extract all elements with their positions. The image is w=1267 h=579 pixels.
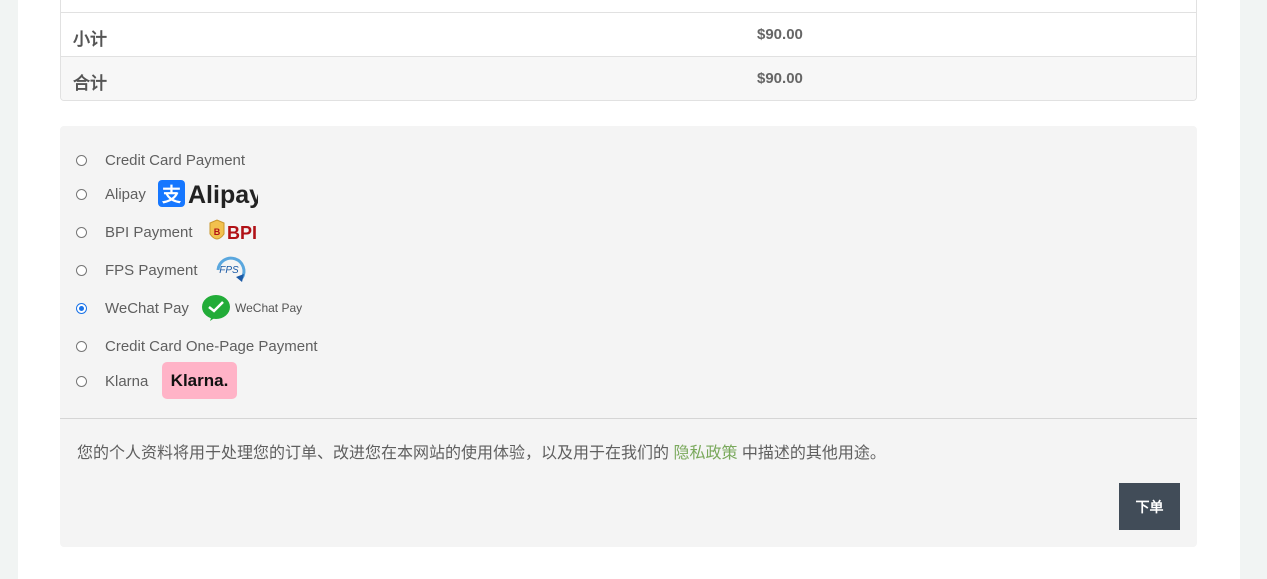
payment-section: Credit Card Payment Alipay 支 Alipay BPI … — [60, 126, 1197, 547]
bpi-logo: B BPI — [207, 218, 263, 246]
privacy-text-after: 中描述的其他用途。 — [737, 445, 886, 462]
total-value: $90.00 — [757, 70, 803, 87]
privacy-notice: 您的个人资料将用于处理您的订单、改进您在本网站的使用体验，以及用于在我们的 隐私… — [77, 439, 886, 463]
radio-fps[interactable] — [76, 264, 87, 276]
payment-method-wechat-pay[interactable]: WeChat Pay WeChat Pay — [76, 293, 303, 323]
total-row: 合计 $90.00 — [61, 57, 1196, 100]
subtotal-label: 小计 — [73, 30, 107, 49]
bpi-logo-text: BPI — [227, 223, 257, 243]
radio-credit-card-one-page[interactable] — [76, 340, 87, 352]
wechat-pay-logo: WeChat Pay — [201, 293, 303, 323]
payment-method-label[interactable]: Alipay — [105, 186, 146, 203]
payment-method-label[interactable]: BPI Payment — [105, 224, 193, 241]
fps-logo: FPS — [212, 252, 250, 288]
alipay-logo-text: Alipay — [188, 181, 258, 209]
alipay-logo: 支 Alipay — [157, 179, 258, 209]
radio-wechat-pay[interactable] — [76, 302, 87, 314]
klarna-logo: Klarna. — [162, 362, 238, 400]
payment-method-label[interactable]: Klarna — [105, 373, 148, 390]
subtotal-row: 小计 $90.00 — [61, 13, 1196, 57]
svg-text:支: 支 — [161, 184, 182, 206]
payment-method-fps[interactable]: FPS Payment FPS — [76, 255, 250, 285]
checkout-page: 小计 $90.00 合计 $90.00 Credit Card Payment … — [18, 0, 1240, 579]
payment-method-credit-card[interactable]: Credit Card Payment — [76, 145, 245, 175]
radio-alipay[interactable] — [76, 188, 87, 200]
fps-logo-text: FPS — [219, 265, 239, 276]
svg-text:B: B — [213, 227, 220, 237]
payment-method-alipay[interactable]: Alipay 支 Alipay — [76, 179, 258, 209]
payment-method-label[interactable]: FPS Payment — [105, 262, 198, 279]
radio-klarna[interactable] — [76, 375, 87, 387]
radio-bpi[interactable] — [76, 226, 87, 238]
radio-credit-card[interactable] — [76, 154, 87, 166]
place-order-button[interactable]: 下单 — [1119, 483, 1180, 530]
privacy-text-before: 您的个人资料将用于处理您的订单、改进您在本网站的使用体验，以及用于在我们的 — [77, 445, 674, 462]
payment-method-label[interactable]: Credit Card Payment — [105, 152, 245, 169]
wechat-pay-logo-text: WeChat Pay — [235, 301, 302, 315]
klarna-logo-text: Klarna. — [171, 371, 229, 390]
total-label: 合计 — [73, 74, 107, 93]
payment-method-label[interactable]: WeChat Pay — [105, 300, 189, 317]
payment-method-label[interactable]: Credit Card One-Page Payment — [105, 338, 318, 355]
payment-method-bpi[interactable]: BPI Payment B BPI — [76, 217, 263, 247]
payment-method-klarna[interactable]: Klarna Klarna. — [76, 362, 238, 400]
order-totals-table: 小计 $90.00 合计 $90.00 — [60, 0, 1197, 101]
table-top-row — [61, 0, 1196, 13]
payment-method-credit-card-one-page[interactable]: Credit Card One-Page Payment — [76, 331, 318, 361]
privacy-policy-link[interactable]: 隐私政策 — [673, 445, 737, 462]
payment-methods-list: Credit Card Payment Alipay 支 Alipay BPI … — [60, 126, 1197, 419]
subtotal-value: $90.00 — [757, 26, 803, 43]
